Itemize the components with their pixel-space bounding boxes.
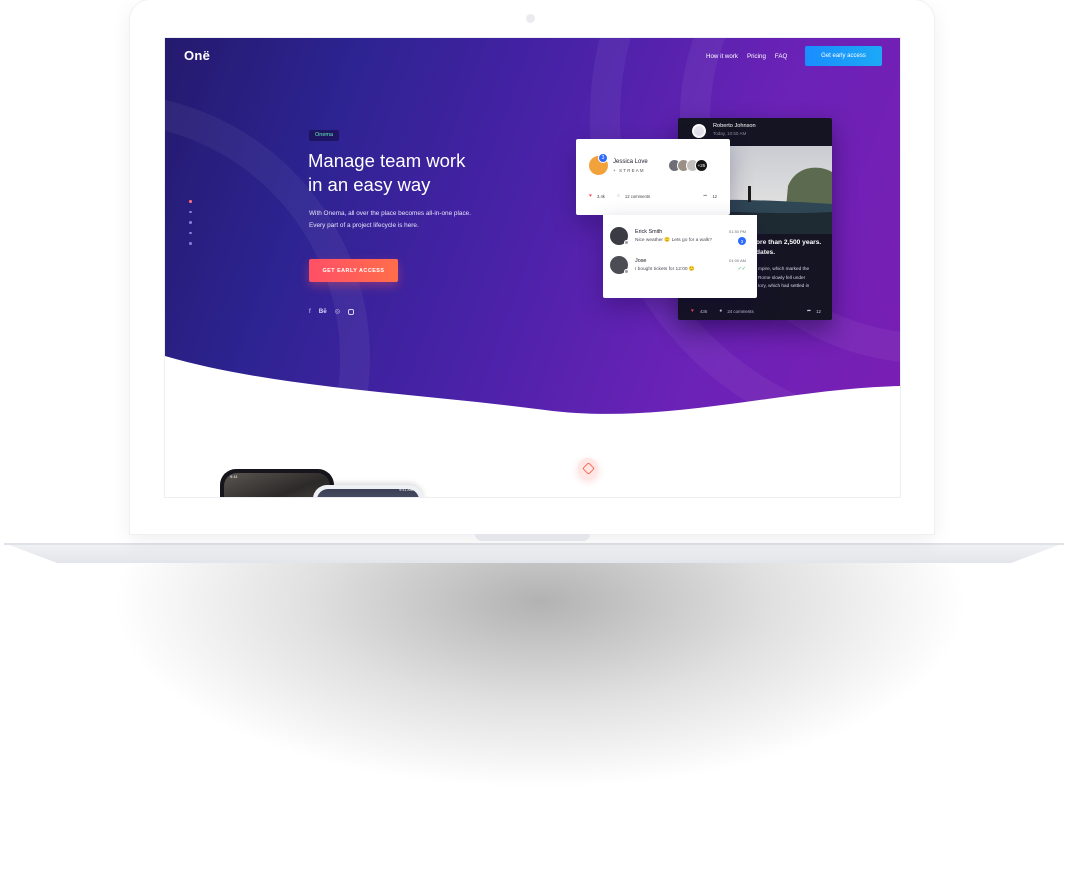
post-comments: 24 comments xyxy=(727,308,754,314)
post-body-line-2: Rome slowly fell under xyxy=(758,274,806,280)
laptop-base-edge xyxy=(4,543,1064,545)
slide-dot-3[interactable] xyxy=(189,221,192,224)
slide-dot-1[interactable] xyxy=(189,200,192,203)
instagram-icon[interactable] xyxy=(348,308,355,315)
read-receipt-icon: ✓✓ xyxy=(737,266,746,272)
facebook-icon[interactable]: f xyxy=(309,308,311,315)
product-tag: Onema xyxy=(309,130,340,141)
chat-message[interactable]: Erick Smith Nice weather 🙂 Lets go for a… xyxy=(610,227,750,251)
chat-message[interactable]: Jose I bought tickets for 12:00 🙂 01:00 … xyxy=(610,256,750,280)
nav-link-pricing[interactable]: Pricing xyxy=(747,53,766,60)
dribbble-icon[interactable]: ◎ xyxy=(335,308,340,315)
post-author-avatar xyxy=(692,124,706,138)
chat-sender-name: Jose xyxy=(635,258,647,264)
phone-mockup-2: 9:41 AM xyxy=(313,485,423,497)
hero-section: Onë How it work Pricing FAQ Get early ac… xyxy=(165,38,900,428)
social-links: f Bē ◎ xyxy=(309,308,355,315)
phone-1-status-time: 9:41 xyxy=(230,474,238,479)
layers-icon xyxy=(581,461,595,475)
post-headline-line-1: ore than 2,500 years. xyxy=(756,239,822,246)
phone-2-status-time: 9:41 AM xyxy=(399,488,413,492)
post-author-name: Roberto Johnson xyxy=(713,123,756,129)
post-shares: 12 xyxy=(816,308,821,314)
laptop-notch xyxy=(475,534,590,541)
laptop-screen: Onë How it work Pricing FAQ Get early ac… xyxy=(164,37,901,498)
post-likes: 436 xyxy=(699,308,708,314)
notification-subtitle: + STREAM xyxy=(613,168,645,173)
notification-badge: 3 xyxy=(598,153,608,163)
brand-logo[interactable]: Onë xyxy=(184,48,210,63)
post-body-line-1: mpire, which marked the xyxy=(758,266,810,271)
notification-comments: 12 comments xyxy=(624,193,651,199)
notification-name: Jessica Love xyxy=(613,159,648,165)
nav-get-early-access-button[interactable]: Get early access xyxy=(805,46,882,66)
notification-stats: ♥ 3.4k ○ 12 comments ➦ 12 xyxy=(589,193,717,199)
heart-icon[interactable]: ♥ xyxy=(589,193,592,199)
chat-message-text: Nice weather 🙂 Lets go for a walk? xyxy=(635,238,712,243)
heart-icon[interactable]: ♥ xyxy=(691,308,694,314)
notification-likes: 3.4k xyxy=(596,193,605,199)
nav-link-how-it-works[interactable]: How it work xyxy=(706,53,738,60)
notification-shares: 12 xyxy=(712,193,717,199)
post-time: Today, 10:50 AM xyxy=(713,131,747,136)
chat-card: Erick Smith Nice weather 🙂 Lets go for a… xyxy=(603,215,757,298)
behance-icon[interactable]: Bē xyxy=(319,308,327,315)
slide-dot-5[interactable] xyxy=(189,242,192,245)
nav-link-faq[interactable]: FAQ xyxy=(775,53,787,60)
floating-feature-icon[interactable] xyxy=(578,458,598,478)
hero-subtext: With Onema, all over the place becomes a… xyxy=(309,208,471,231)
unread-count-badge: 3 xyxy=(738,237,746,245)
participant-avatars[interactable]: +25 xyxy=(668,159,708,172)
stream-notification-card[interactable]: 3 Jessica Love + STREAM +25 ♥ 3.4k ○ 12 … xyxy=(576,139,730,215)
chat-message-time: 01:00 AM xyxy=(729,258,746,263)
post-headline-line-2: dates. xyxy=(756,249,776,256)
presence-indicator xyxy=(624,240,629,245)
share-icon[interactable]: ➦ xyxy=(703,193,707,199)
laptop-shadow xyxy=(110,560,970,790)
camera-dot xyxy=(526,14,535,23)
presence-indicator xyxy=(624,269,629,274)
post-stats: ♥ 436 ● 24 comments ➦ 12 xyxy=(691,308,821,314)
chat-sender-name: Erick Smith xyxy=(635,229,663,235)
subtext-line-1: With Onema, all over the place becomes a… xyxy=(309,210,471,217)
laptop-base xyxy=(4,543,1064,563)
post-body-line-3: tory, which had settled in xyxy=(758,283,810,288)
top-nav: How it work Pricing FAQ xyxy=(706,53,787,60)
hero-get-early-access-button[interactable]: GET EARLY ACCESS xyxy=(309,259,398,282)
slide-dot-2[interactable] xyxy=(189,210,192,213)
share-icon[interactable]: ➦ xyxy=(807,308,811,314)
hero-headline: Manage team work in an easy way xyxy=(308,149,465,197)
post-body: mpire, which marked the Rome slowly fell… xyxy=(758,265,809,291)
headline-line-1: Manage team work xyxy=(308,150,466,171)
slide-pagination xyxy=(189,200,192,245)
headline-line-2: in an easy way xyxy=(308,174,431,195)
chat-message-time: 01:30 PM xyxy=(728,229,746,234)
slide-dot-4[interactable] xyxy=(189,231,192,234)
comment-icon[interactable]: ● xyxy=(719,308,722,314)
participant-more-count: +25 xyxy=(695,159,708,172)
comment-icon[interactable]: ○ xyxy=(617,193,620,199)
post-headline: ore than 2,500 years. dates. xyxy=(756,238,821,258)
subtext-line-2: Every part of a project lifecycle is her… xyxy=(309,221,419,229)
chat-message-text: I bought tickets for 12:00 🙂 xyxy=(635,267,695,272)
